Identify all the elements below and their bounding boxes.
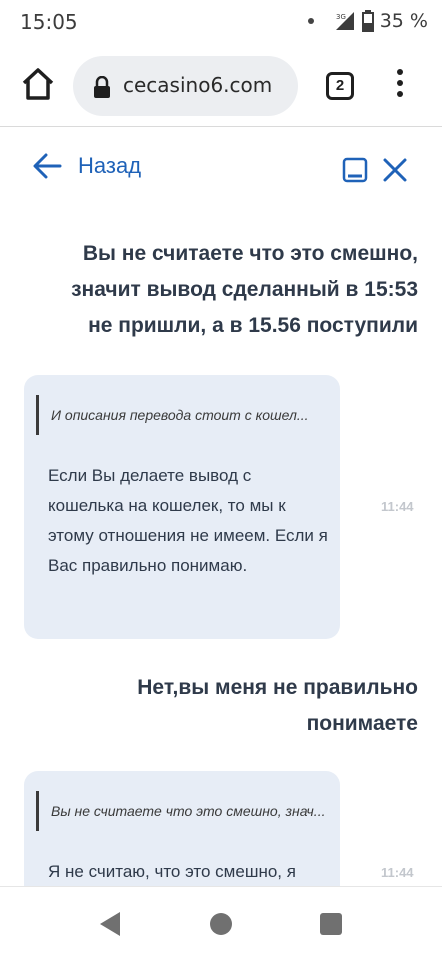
user-message: Нет,вы меня не правильно понимаете <box>137 670 418 742</box>
battery-icon <box>361 10 374 32</box>
message-line: не пришли, а в 15.56 поступили <box>88 314 418 337</box>
nav-home-icon[interactable] <box>210 913 232 935</box>
message-text: Я не считаю, что это смешно, я <box>48 862 296 881</box>
status-indicators: 3G 35 % <box>307 10 428 32</box>
notification-dot-icon <box>307 18 314 24</box>
browser-home-button[interactable] <box>20 66 56 102</box>
browser-toolbar: cecasino6.com 2 <box>0 44 442 126</box>
status-time: 15:05 <box>20 10 78 34</box>
arrow-left-icon <box>33 153 62 179</box>
url-text: cecasino6.com <box>123 73 273 97</box>
close-button[interactable] <box>382 157 408 183</box>
system-nav-bar <box>0 886 442 960</box>
nav-recents-icon[interactable] <box>320 913 342 935</box>
message-line: Вы не считаете что это смешно, <box>82 242 418 265</box>
signal-icon: 3G <box>335 12 354 30</box>
quoted-message[interactable]: И описания перевода стоит с кошел... <box>36 395 326 435</box>
nav-back-icon[interactable] <box>98 911 122 937</box>
message-text: Если Вы делаете вывод с кошелька на коше… <box>48 466 328 575</box>
status-bar: 15:05 3G 35 % <box>0 0 442 44</box>
message-line: значит вывод сделанный в 15:53 <box>71 278 418 301</box>
chat-header: Назад <box>0 127 442 213</box>
tab-switcher-button[interactable]: 2 <box>326 72 354 100</box>
dot-icon <box>397 69 403 75</box>
message-time: 11:44 <box>381 499 414 514</box>
battery-level: 35 % <box>379 10 428 32</box>
quoted-message[interactable]: Вы не считаете что это смешно, знач... <box>36 791 326 831</box>
operator-message-bubble: И описания перевода стоит с кошел... Есл… <box>24 375 340 639</box>
back-label: Назад <box>78 153 142 178</box>
lock-icon <box>94 76 110 98</box>
minimize-icon <box>342 157 368 183</box>
browser-menu-button[interactable] <box>390 66 410 106</box>
dot-icon <box>397 80 403 86</box>
network-type: 3G <box>336 13 346 21</box>
dot-icon <box>397 91 403 97</box>
close-icon <box>383 158 407 182</box>
message-line: понимаете <box>306 712 418 735</box>
user-message: Вы не считаете что это смешно, значит вы… <box>71 236 418 344</box>
back-button[interactable]: Назад <box>32 153 141 179</box>
message-time: 11:44 <box>381 865 414 880</box>
home-icon <box>22 68 54 100</box>
minimize-button[interactable] <box>342 157 368 183</box>
address-bar[interactable]: cecasino6.com <box>73 56 298 116</box>
message-line: Нет,вы меня не правильно <box>137 676 418 699</box>
